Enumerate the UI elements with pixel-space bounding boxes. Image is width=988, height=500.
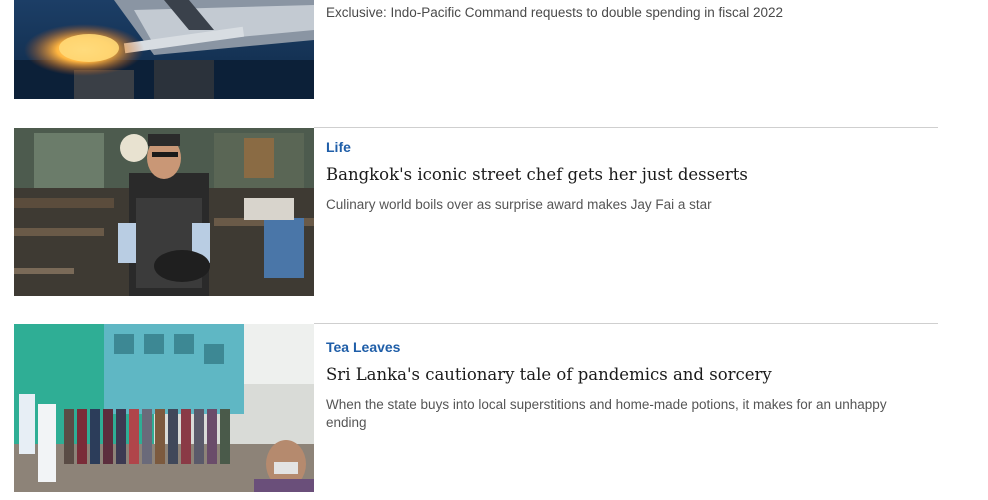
section-link-life[interactable]: Life bbox=[326, 138, 926, 156]
article-thumbnail-chef[interactable] bbox=[14, 128, 314, 296]
article-headline[interactable]: Bangkok's iconic street chef gets her ju… bbox=[326, 164, 926, 186]
article-summary: Culinary world boils over as surprise aw… bbox=[326, 197, 712, 212]
article-thumbnail-sri-lanka[interactable] bbox=[14, 324, 314, 492]
missile-launch-image bbox=[14, 0, 314, 99]
article-card-bangkok-chef[interactable]: Life Bangkok's iconic street chef gets h… bbox=[14, 128, 938, 298]
article-summary: When the state buys into local superstit… bbox=[326, 397, 887, 430]
section-link-tea-leaves[interactable]: Tea Leaves bbox=[326, 338, 926, 356]
article-summary[interactable]: Exclusive: Indo-Pacific Command requests… bbox=[326, 4, 926, 22]
article-card-sri-lanka[interactable]: Tea Leaves Sri Lanka's cautionary tale o… bbox=[14, 324, 938, 494]
article-thumbnail-missile[interactable] bbox=[14, 0, 314, 99]
street-chef-image bbox=[14, 128, 314, 296]
article-headline[interactable]: Sri Lanka's cautionary tale of pandemics… bbox=[326, 364, 926, 386]
sri-lanka-queue-image bbox=[14, 324, 314, 492]
article-card-indo-pacific[interactable]: Exclusive: Indo-Pacific Command requests… bbox=[14, 0, 938, 100]
